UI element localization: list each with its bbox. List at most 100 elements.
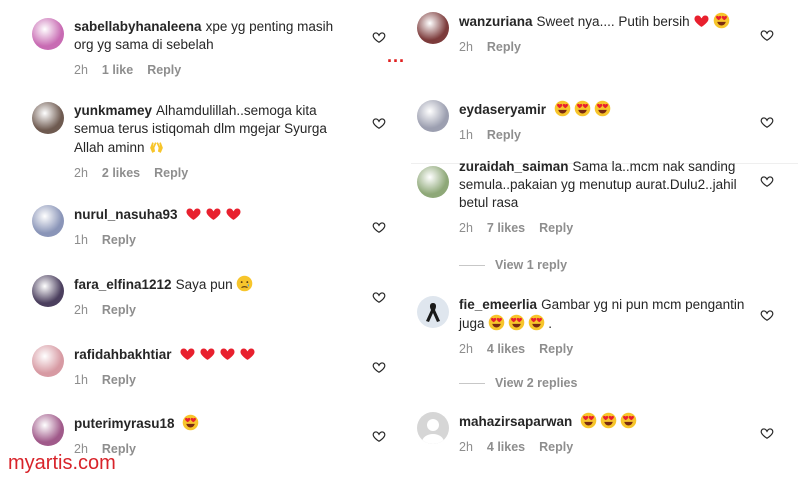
comment-username[interactable]: eydaseryamir — [459, 102, 546, 117]
raised-hands-emoji — [150, 142, 164, 153]
comment-username[interactable]: puterimyrasu18 — [74, 416, 175, 431]
default-avatar-icon — [417, 412, 449, 444]
reply-button[interactable]: Reply — [147, 63, 181, 77]
heart-eyes-emoji — [714, 12, 730, 29]
red-heart-emoji — [206, 208, 221, 220]
comment-text-end: . — [548, 316, 553, 331]
heart-eyes-emoji — [183, 414, 199, 431]
comment-username[interactable]: fie_emeerlia — [459, 297, 537, 312]
like-heart-icon[interactable] — [372, 429, 386, 443]
comment-likes[interactable]: 2 likes — [102, 166, 140, 180]
avatar[interactable] — [32, 345, 64, 377]
view-replies-button[interactable]: View 2 replies — [459, 376, 577, 390]
red-heart-emoji — [694, 15, 709, 27]
comment-username[interactable]: sabellabyhanaleena — [74, 19, 202, 34]
heart-eyes-emoji — [580, 412, 597, 429]
avatar[interactable] — [417, 100, 449, 132]
comment-item: sabellabyhanaleena xpe yg penting masih o… — [0, 18, 396, 82]
comment-meta: 1h Reply — [74, 231, 354, 249]
comment-username[interactable]: zuraidah_saiman — [459, 159, 569, 174]
avatar[interactable] — [32, 205, 64, 237]
like-heart-icon[interactable] — [760, 115, 774, 129]
reply-button[interactable]: Reply — [102, 373, 136, 387]
comment-time: 1h — [74, 373, 88, 387]
heart-eyes-emoji — [529, 314, 545, 331]
like-heart-icon[interactable] — [372, 290, 386, 304]
view-replies-label: View 2 replies — [495, 376, 578, 390]
comment-time: 1h — [459, 128, 473, 142]
reply-button[interactable]: Reply — [102, 233, 136, 247]
like-heart-icon[interactable] — [372, 30, 386, 44]
view-replies-button[interactable]: View 1 reply — [459, 258, 567, 272]
reply-button[interactable]: Reply — [102, 303, 136, 317]
separator-dots: ... — [387, 46, 406, 66]
reply-button[interactable]: Reply — [539, 440, 573, 454]
comment-item: nurul_nasuha93 1h Reply — [0, 205, 396, 251]
comment-time: 2h — [459, 221, 473, 235]
reply-button[interactable]: Reply — [154, 166, 188, 180]
like-heart-icon[interactable] — [372, 116, 386, 130]
comment-emojis — [690, 12, 734, 29]
comment-time: 1h — [74, 233, 88, 247]
comment-time: 2h — [459, 40, 473, 54]
avatar[interactable] — [417, 412, 449, 444]
comment-item: fie_emeerlia Gambar yg ni pun mcm pengant… — [405, 296, 800, 358]
heart-eyes-emoji — [574, 100, 591, 117]
comment-body: puterimyrasu18 2h Reply — [74, 414, 354, 458]
comment-likes[interactable]: 7 likes — [487, 221, 525, 235]
comment-likes[interactable]: 1 like — [102, 63, 133, 77]
comment-body: yunkmamey Alhamdulillah..semoga kita semu… — [74, 102, 354, 182]
comment-time: 2h — [459, 342, 473, 356]
heart-eyes-emoji — [600, 412, 617, 429]
comment-username[interactable]: rafidahbakhtiar — [74, 347, 172, 362]
comment-item: mahazirsaparwan 2h 4 likes Reply — [405, 412, 800, 458]
comment-emojis — [550, 100, 614, 117]
avatar[interactable] — [417, 166, 449, 198]
comment-emojis — [182, 207, 246, 222]
comment-text: Saya pun — [175, 277, 233, 292]
comment-username[interactable]: nurul_nasuha93 — [74, 207, 178, 222]
like-heart-icon[interactable] — [760, 28, 774, 42]
avatar[interactable] — [417, 12, 449, 44]
comment-likes[interactable]: 4 likes — [487, 440, 525, 454]
comment-time: 2h — [459, 440, 473, 454]
avatar[interactable] — [32, 414, 64, 446]
comments-column-left: sabellabyhanaleena xpe yg penting masih o… — [0, 0, 396, 478]
like-heart-icon[interactable] — [760, 426, 774, 440]
crying-face-emoji — [237, 275, 253, 292]
reply-button[interactable]: Reply — [487, 40, 521, 54]
avatar[interactable] — [417, 296, 449, 328]
like-heart-icon[interactable] — [372, 220, 386, 234]
comment-username[interactable]: wanzuriana — [459, 14, 533, 29]
comment-item: wanzuriana Sweet nya.... Putih bersih 2h R… — [405, 12, 800, 74]
comment-username[interactable]: yunkmamey — [74, 103, 152, 118]
red-heart-emoji — [186, 208, 201, 220]
comment-body: zuraidah_saiman Sama la..mcm nak sanding … — [459, 158, 760, 237]
site-watermark: myartis.com — [8, 452, 116, 474]
reply-button[interactable]: Reply — [539, 221, 573, 235]
red-heart-emoji — [180, 348, 195, 360]
heart-eyes-emoji — [620, 412, 637, 429]
comment-likes[interactable]: 4 likes — [487, 342, 525, 356]
reply-button[interactable]: Reply — [487, 128, 521, 142]
comment-body: nurul_nasuha93 1h Reply — [74, 205, 354, 249]
comment-username[interactable]: mahazirsaparwan — [459, 414, 572, 429]
avatar[interactable] — [32, 275, 64, 307]
like-heart-icon[interactable] — [760, 174, 774, 188]
avatar[interactable] — [32, 18, 64, 50]
comment-text: Sweet nya.... Putih bersih — [536, 14, 690, 29]
avatar[interactable] — [32, 102, 64, 134]
like-heart-icon[interactable] — [760, 308, 774, 322]
like-heart-icon[interactable] — [372, 360, 386, 374]
view-replies-label: View 1 reply — [495, 258, 568, 272]
comment-emojis — [576, 412, 640, 429]
comment-body: wanzuriana Sweet nya.... Putih bersih 2h R… — [459, 12, 760, 56]
red-heart-emoji — [200, 348, 215, 360]
comment-meta: 2h Reply — [459, 38, 760, 56]
comment-meta: 1h Reply — [74, 371, 354, 389]
comment-username[interactable]: fara_elfina1212 — [74, 277, 172, 292]
replies-line — [459, 383, 485, 385]
reply-button[interactable]: Reply — [539, 342, 573, 356]
red-heart-emoji — [240, 348, 255, 360]
ribbon-icon — [417, 296, 449, 328]
